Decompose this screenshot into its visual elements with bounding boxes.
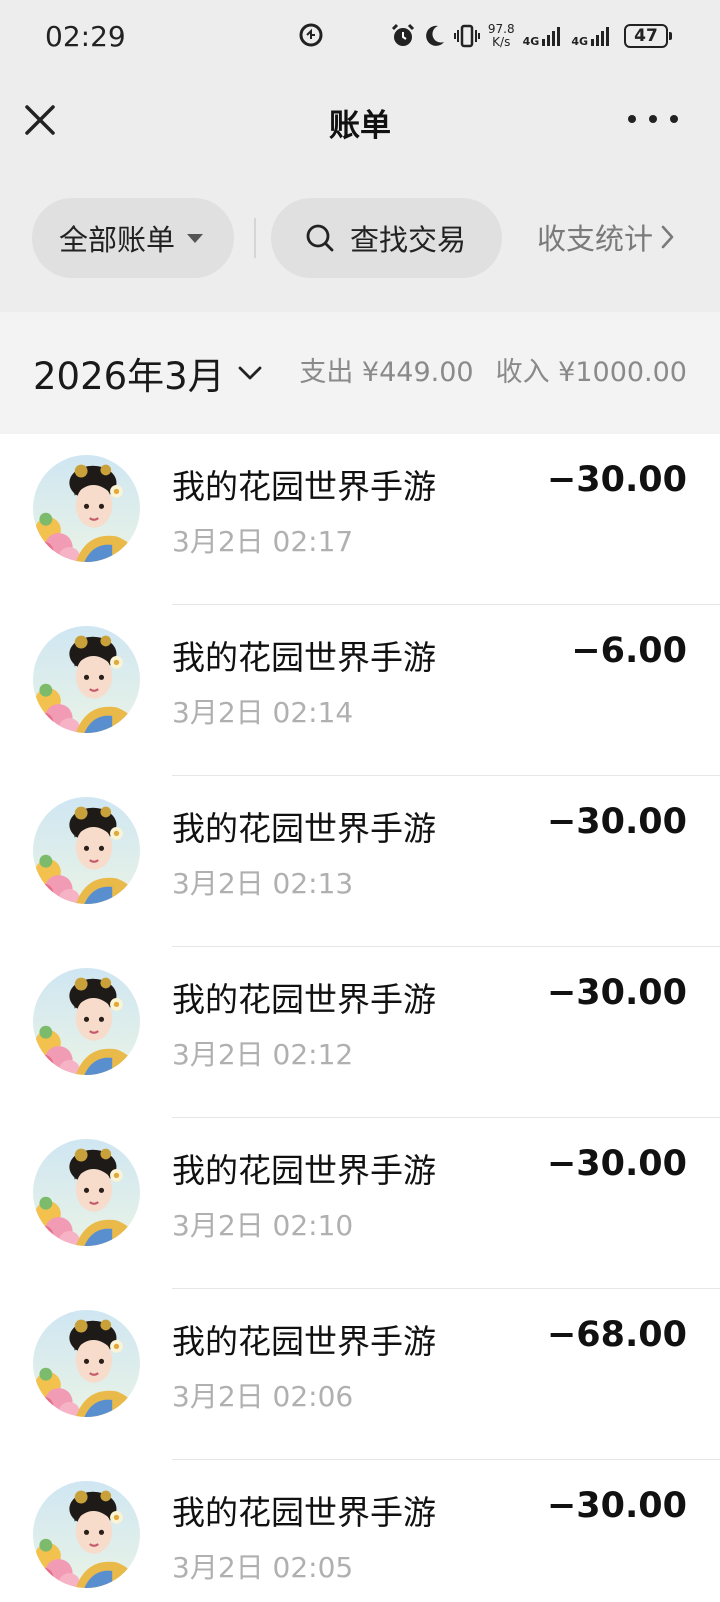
battery-icon: 47 (624, 24, 672, 48)
filter-bar: 全部账单 查找交易 收支统计 (0, 198, 720, 278)
income-total: 收入 ¥1000.00 (495, 357, 687, 388)
transaction-time: 3月2日 02:17 (172, 525, 354, 558)
transaction-time: 3月2日 02:12 (172, 1038, 354, 1071)
status-icons: 97.8 K/s 4G 4G 47 (390, 16, 672, 56)
transaction-title: 我的花园世界手游 (172, 1151, 436, 1190)
transaction-amount: −30.00 (546, 973, 687, 1013)
transaction-amount: −30.00 (546, 460, 687, 500)
stats-label: 收支统计 (537, 222, 654, 256)
transaction-title: 我的花园世界手游 (172, 809, 436, 848)
merchant-avatar (33, 1310, 140, 1417)
divider (254, 218, 256, 258)
search-transactions-button[interactable]: 查找交易 (271, 198, 502, 278)
sync-icon (298, 22, 324, 52)
transaction-amount: −30.00 (546, 802, 687, 842)
caret-down-icon (187, 233, 204, 243)
month-label: 2026年3月 (33, 355, 225, 398)
merchant-avatar (33, 626, 140, 733)
more-button[interactable] (628, 104, 678, 134)
transaction-time: 3月2日 02:06 (172, 1380, 354, 1413)
merchant-avatar (33, 968, 140, 1075)
transaction-time: 3月2日 02:14 (172, 696, 354, 729)
signal-bars-icon (591, 27, 609, 46)
all-bills-label: 全部账单 (59, 223, 176, 257)
transaction-title: 我的花园世界手游 (172, 1322, 436, 1361)
transaction-row[interactable]: 我的花园世界手游 3月2日 02:13 −30.00 (0, 776, 720, 947)
status-bar: 02:29 97.8 K/s 4G 4G 47 (0, 0, 720, 76)
signal-2: 4G (571, 25, 612, 47)
more-dot (670, 115, 678, 123)
header-area: 02:29 97.8 K/s 4G 4G 47 账单 全部账单 查找交易 收支统… (0, 0, 720, 312)
month-summary: 支出 ¥449.00 收入 ¥1000.00 (299, 350, 687, 389)
merchant-avatar (33, 1139, 140, 1246)
more-dot (649, 115, 657, 123)
chevron-down-icon (238, 366, 262, 380)
search-label: 查找交易 (350, 223, 467, 257)
transaction-row[interactable]: 我的花园世界手游 3月2日 02:14 −6.00 (0, 605, 720, 776)
transaction-title: 我的花园世界手游 (172, 638, 436, 677)
transaction-row[interactable]: 我的花园世界手游 3月2日 02:17 −30.00 (0, 434, 720, 605)
merchant-avatar (33, 797, 140, 904)
stats-link[interactable]: 收支统计 (537, 216, 675, 258)
merchant-avatar (33, 455, 140, 562)
status-time: 02:29 (45, 20, 126, 53)
transaction-time: 3月2日 02:10 (172, 1209, 354, 1242)
transaction-row[interactable]: 我的花园世界手游 3月2日 02:05 −30.00 (0, 1460, 720, 1602)
month-summary-bar: 2026年3月 支出 ¥449.00 收入 ¥1000.00 (0, 312, 720, 434)
transaction-amount: −30.00 (546, 1144, 687, 1184)
all-bills-dropdown[interactable]: 全部账单 (32, 198, 234, 278)
signal-1: 4G (523, 25, 564, 47)
transaction-amount: −6.00 (571, 631, 687, 671)
transaction-title: 我的花园世界手游 (172, 1493, 436, 1532)
transaction-row[interactable]: 我的花园世界手游 3月2日 02:10 −30.00 (0, 1118, 720, 1289)
signal-bars-icon (542, 27, 561, 46)
moon-icon (426, 25, 444, 46)
month-selector[interactable]: 2026年3月 (33, 346, 263, 400)
merchant-avatar (33, 1481, 140, 1588)
nav-bar: 账单 (0, 76, 720, 166)
network-speed: 97.8 K/s (487, 22, 515, 49)
chevron-right-icon (661, 225, 674, 249)
vibrate-icon (453, 24, 480, 48)
transaction-time: 3月2日 02:13 (172, 867, 354, 900)
more-dot (628, 115, 636, 123)
transaction-amount: −68.00 (546, 1315, 687, 1355)
transaction-row[interactable]: 我的花园世界手游 3月2日 02:12 −30.00 (0, 947, 720, 1118)
search-icon (306, 224, 334, 252)
expense-total: 支出 ¥449.00 (299, 357, 474, 388)
transaction-time: 3月2日 02:05 (172, 1551, 354, 1584)
transaction-list: 我的花园世界手游 3月2日 02:17 −30.00 我的花园世界手游 3月2日 02:… (0, 434, 720, 1602)
alarm-icon (391, 23, 414, 46)
page-title: 账单 (329, 108, 391, 144)
transaction-title: 我的花园世界手游 (172, 467, 436, 506)
transaction-row[interactable]: 我的花园世界手游 3月2日 02:06 −68.00 (0, 1289, 720, 1460)
transaction-amount: −30.00 (546, 1486, 687, 1526)
transaction-title: 我的花园世界手游 (172, 980, 436, 1019)
